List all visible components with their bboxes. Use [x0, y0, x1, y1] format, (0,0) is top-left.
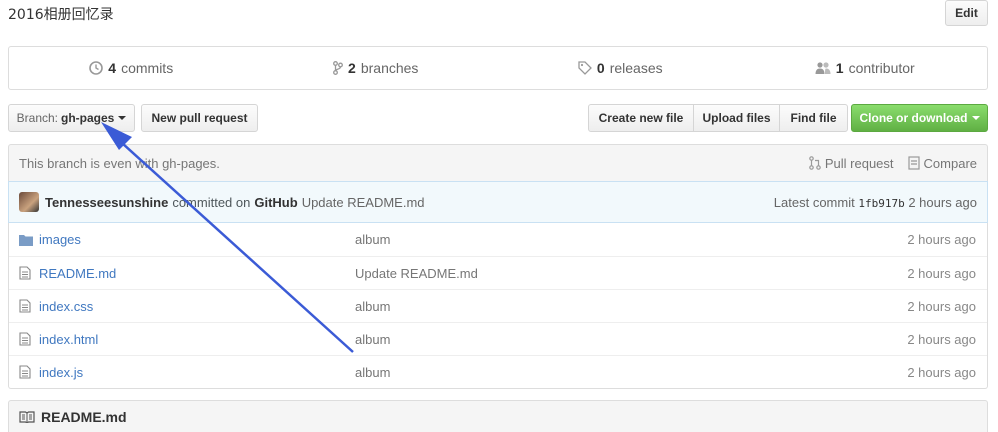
repo-summary-bar: 4 commits 2 branches 0 releases 1 contri… — [8, 46, 988, 90]
releases-count: 0 — [596, 60, 605, 76]
branches-count: 2 — [348, 60, 356, 76]
clone-label: Clone or download — [859, 111, 968, 125]
find-file-button[interactable]: Find file — [779, 104, 848, 132]
file-commit-message[interactable]: Update README.md — [355, 266, 867, 281]
commit-action: committed on — [172, 194, 251, 210]
file-icon — [19, 266, 31, 280]
repo-description: 2016相册回忆录 — [8, 7, 114, 23]
readme-header: README.md — [8, 400, 988, 432]
list-item: index.css album 2 hours ago — [9, 289, 987, 322]
history-icon — [89, 61, 104, 75]
file-age: 2 hours ago — [907, 364, 976, 380]
create-new-file-button[interactable]: Create new file — [588, 104, 694, 132]
clone-or-download-button[interactable]: Clone or download — [851, 104, 988, 132]
commit-author[interactable]: Tennesseesunshine — [45, 195, 168, 210]
latest-commit-bar: Tennesseesunshine committed on GitHub Up… — [8, 181, 988, 223]
file-list: images album 2 hours ago README.md Updat… — [8, 223, 988, 389]
branch-status-text: This branch is even with gh-pages. — [19, 155, 220, 171]
contributors-count: 1 — [835, 60, 844, 76]
file-name-link[interactable]: index.html — [39, 332, 355, 347]
branch-select-button[interactable]: Branch: gh-pages — [8, 104, 135, 132]
latest-commit-label: Latest commit — [773, 194, 855, 210]
readme-title: README.md — [41, 409, 127, 425]
new-pull-request-button[interactable]: New pull request — [141, 104, 258, 132]
commits-label: commits — [121, 60, 174, 76]
compare-icon — [907, 156, 920, 170]
list-item: README.md Update README.md 2 hours ago — [9, 256, 987, 289]
commit-committer: GitHub — [254, 194, 298, 210]
book-icon — [19, 411, 35, 423]
file-commit-message[interactable]: album — [355, 232, 867, 247]
file-commit-message[interactable]: album — [355, 332, 867, 347]
file-actions-group: Create new file Upload files Find file — [588, 104, 848, 132]
tag-icon — [578, 61, 592, 75]
releases-link[interactable]: 0 releases — [498, 47, 743, 89]
file-commit-message[interactable]: album — [355, 299, 867, 314]
file-age: 2 hours ago — [907, 298, 976, 314]
upload-files-button[interactable]: Upload files — [693, 104, 780, 132]
people-icon — [815, 62, 831, 74]
contributors-label: contributor — [848, 60, 915, 76]
compare-link[interactable]: Compare — [907, 155, 977, 171]
file-age: 2 hours ago — [907, 331, 976, 347]
file-name-link[interactable]: index.js — [39, 365, 355, 380]
branch-status-bar: This branch is even with gh-pages. Pull … — [8, 144, 988, 181]
folder-icon — [19, 234, 33, 246]
pull-request-link[interactable]: Pull request — [809, 156, 894, 171]
releases-label: releases — [609, 60, 663, 76]
file-name-link[interactable]: index.css — [39, 299, 355, 314]
commit-message[interactable]: Update README.md — [302, 195, 425, 210]
pull-request-icon — [809, 156, 821, 170]
commit-sha[interactable]: 1fb917b — [858, 197, 904, 210]
contributors-link[interactable]: 1 contributor — [743, 47, 988, 89]
caret-down-icon — [118, 116, 127, 120]
list-item: index.js album 2 hours ago — [9, 355, 987, 388]
branches-label: branches — [360, 60, 419, 76]
list-item: index.html album 2 hours ago — [9, 322, 987, 355]
file-icon — [19, 332, 31, 346]
file-icon — [19, 365, 31, 379]
branches-link[interactable]: 2 branches — [254, 47, 499, 89]
commits-count: 4 — [108, 60, 117, 76]
compare-label: Compare — [923, 155, 977, 171]
edit-description-button[interactable]: Edit — [945, 0, 988, 26]
commit-age: 2 hours ago — [908, 194, 977, 210]
file-age: 2 hours ago — [907, 265, 976, 281]
commits-link[interactable]: 4 commits — [9, 47, 254, 89]
avatar[interactable] — [19, 192, 39, 212]
file-name-link[interactable]: README.md — [39, 266, 355, 281]
pull-request-label: Pull request — [824, 155, 894, 171]
file-name-link[interactable]: images — [39, 232, 355, 247]
file-commit-message[interactable]: album — [355, 365, 867, 380]
branch-name: gh-pages — [61, 111, 115, 125]
branch-prefix-label: Branch: — [16, 111, 58, 125]
file-age: 2 hours ago — [907, 232, 976, 247]
caret-down-icon — [971, 116, 980, 120]
list-item: images album 2 hours ago — [9, 223, 987, 256]
branch-icon — [333, 61, 343, 75]
file-icon — [19, 299, 31, 313]
